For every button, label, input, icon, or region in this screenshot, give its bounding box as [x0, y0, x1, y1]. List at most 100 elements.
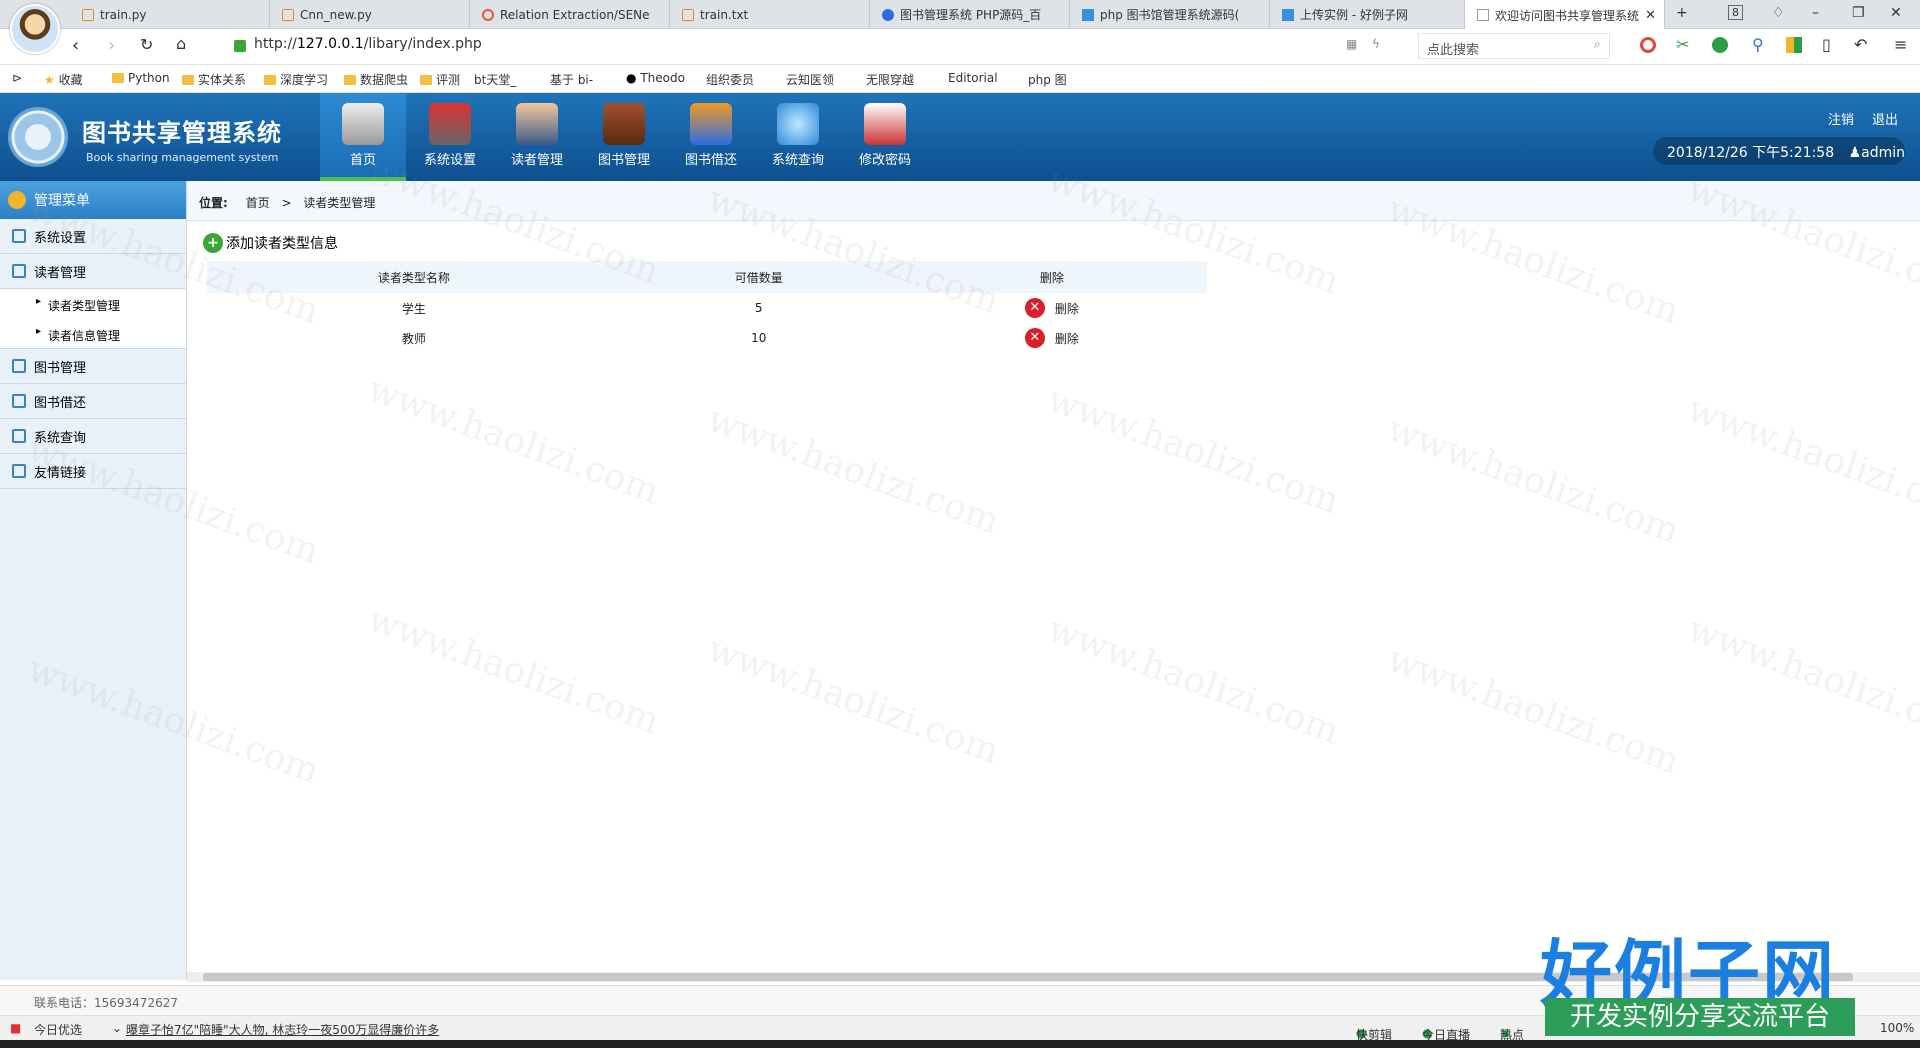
compass-icon: [690, 103, 732, 145]
globe-search-icon: [777, 103, 819, 145]
nav-query[interactable]: 系统查询: [755, 93, 841, 181]
breadcrumb: 位置: 首页 > 读者类型管理: [187, 181, 1920, 221]
printer-icon: [342, 103, 384, 145]
bookmarks-bar: ⊳ ★ 收藏 Python 实体关系 深度学习 数据爬虫 评测 bt天堂_ 基于…: [0, 65, 1920, 93]
tab-count-badge[interactable]: 8: [1728, 5, 1743, 20]
sidebar-item-links[interactable]: 友情链接: [0, 454, 186, 489]
calendar-icon: [12, 464, 26, 478]
scissors-icon[interactable]: ✂: [1676, 35, 1689, 54]
user-avatar[interactable]: [10, 4, 60, 54]
qr-icon[interactable]: ▦: [1346, 37, 1357, 51]
bookmark-item[interactable]: ● Theodo: [626, 71, 685, 85]
breadcrumb-current: 读者类型管理: [303, 196, 376, 210]
bookmark-item[interactable]: 评测: [420, 71, 460, 88]
delete-button[interactable]: ✕ 删除: [1024, 328, 1079, 348]
browser-tab[interactable]: 上传实例 - 好例子网: [1270, 0, 1465, 29]
bookmark-item[interactable]: 实体关系: [182, 71, 246, 88]
nav-books[interactable]: 图书管理: [581, 93, 667, 181]
magnifier-icon[interactable]: ⚲: [1752, 35, 1764, 54]
sidebar-item-borrow[interactable]: 图书借还: [0, 384, 186, 419]
borrow-limit: 5: [754, 301, 763, 315]
nav-password[interactable]: 修改密码: [842, 93, 928, 181]
status-today[interactable]: 今日优选: [34, 1021, 82, 1038]
calendar-icon: [12, 394, 26, 408]
folder-icon: [420, 75, 432, 85]
sidebar-item-readers[interactable]: 读者管理: [0, 254, 186, 289]
nav-home[interactable]: 首页: [320, 93, 406, 181]
folder-icon: [264, 75, 276, 85]
breadcrumb-home[interactable]: 首页: [246, 196, 270, 210]
browser-tab[interactable]: php 图书馆管理系统源码(: [1070, 0, 1270, 29]
browser-tab[interactable]: Relation Extraction/SENe: [470, 0, 670, 29]
news-ticker[interactable]: 曝章子怡7亿"陪睡"大人物, 林志玲一夜500万显得廉价许多: [126, 1021, 439, 1038]
plus-icon: +: [203, 233, 223, 253]
sidebar-subitem-reader-types[interactable]: 读者类型管理: [0, 289, 186, 319]
skin-icon[interactable]: ♢: [1772, 5, 1785, 21]
sidebar-item-settings[interactable]: 系统设置: [0, 219, 186, 254]
translate-icon[interactable]: [1712, 37, 1728, 53]
home-icon[interactable]: ⌂: [176, 34, 186, 53]
sidebar-item-query[interactable]: 系统查询: [0, 419, 186, 454]
contact-phone: 联系电话：15693472627: [34, 996, 178, 1010]
back-icon[interactable]: ‹: [72, 35, 79, 56]
folder-icon: [112, 73, 124, 83]
url-field[interactable]: http://127.0.0.1/libary/index.php: [254, 36, 482, 52]
delete-button[interactable]: ✕ 删除: [1024, 298, 1079, 318]
close-tab-icon[interactable]: ✕: [1645, 8, 1656, 23]
bookmark-item[interactable]: 深度学习: [264, 71, 328, 88]
brand-tagline: 开发实例分享交流平台: [1545, 998, 1855, 1036]
bookmark-item[interactable]: 组织委员: [706, 71, 754, 88]
browser-tab[interactable]: Cnn_new.py: [270, 0, 470, 29]
sidebar-toggle-icon[interactable]: ⊳: [12, 71, 22, 85]
menu-icon[interactable]: ≡: [1894, 35, 1907, 54]
search-input[interactable]: 点此搜索: [1418, 33, 1610, 59]
bookmark-item[interactable]: ★ 收藏: [44, 71, 83, 88]
browser-tab[interactable]: train.py: [70, 0, 270, 29]
sidebar-item-books[interactable]: 图书管理: [0, 349, 186, 384]
nav-readers[interactable]: 读者管理: [494, 93, 580, 181]
close-window-icon[interactable]: ✕: [1890, 5, 1902, 21]
lightning-icon[interactable]: ϟ: [1372, 37, 1380, 51]
forward-icon[interactable]: ›: [108, 35, 115, 56]
reader-type-name: 学生: [401, 301, 426, 316]
new-tab-icon[interactable]: +: [1676, 5, 1688, 21]
column-header: 读者类型名称: [207, 261, 621, 293]
column-header: 可借数量: [620, 261, 897, 293]
reader-icon[interactable]: ▯: [1822, 35, 1831, 54]
apps-icon[interactable]: [1786, 37, 1802, 53]
bookmark-item[interactable]: bt天堂_: [474, 71, 516, 88]
bookmark-item[interactable]: 基于 bi-: [550, 71, 593, 88]
browser-tab[interactable]: 图书管理系统 PHP源码_百: [870, 0, 1070, 29]
zoom-level[interactable]: 100%: [1880, 1021, 1914, 1035]
extension-icon[interactable]: [1640, 37, 1656, 53]
nav-settings[interactable]: 系统设置: [407, 93, 493, 181]
reload-icon[interactable]: ↻: [140, 35, 153, 54]
app-header: 图书共享管理系统 Book sharing management system …: [0, 93, 1920, 181]
sidebar-subitem-reader-info[interactable]: 读者信息管理: [0, 319, 186, 349]
logout-link[interactable]: 注销: [1828, 109, 1854, 128]
taskbar-edge: [0, 1040, 1920, 1048]
address-bar: ‹ › ↻ ⌂ http://127.0.0.1/libary/index.ph…: [0, 29, 1920, 65]
bookmark-item[interactable]: php 图: [1028, 71, 1067, 88]
minimize-icon[interactable]: –: [1812, 5, 1819, 21]
bookmark-item[interactable]: 数据爬虫: [344, 71, 408, 88]
nav-borrow[interactable]: 图书借还: [668, 93, 754, 181]
search-icon[interactable]: ⌕: [1594, 37, 1601, 52]
sidebar-header: 管理菜单: [0, 181, 186, 219]
bookmark-item[interactable]: 云知医领: [786, 71, 834, 88]
exit-link[interactable]: 退出: [1872, 109, 1898, 128]
browser-tab-active[interactable]: 欢迎访问图书共享管理系统 ✕: [1465, 0, 1665, 30]
bookmark-item[interactable]: 无限穿越: [866, 71, 914, 88]
add-reader-type-button[interactable]: + 添加读者类型信息: [203, 233, 338, 253]
browser-tab[interactable]: train.txt: [670, 0, 870, 29]
bookmark-item[interactable]: Editorial: [948, 71, 998, 85]
chat-icon: [12, 264, 26, 278]
table-header-row: 读者类型名称 可借数量 删除: [207, 261, 1207, 293]
file-icon: [682, 8, 694, 21]
restore-icon[interactable]: ❐: [1852, 5, 1865, 21]
list-icon: [12, 229, 26, 243]
undo-icon[interactable]: ↶: [1854, 35, 1867, 54]
bookmark-item[interactable]: Python: [112, 71, 170, 85]
delete-icon: ✕: [1024, 328, 1045, 348]
site-icon: [1082, 8, 1094, 21]
